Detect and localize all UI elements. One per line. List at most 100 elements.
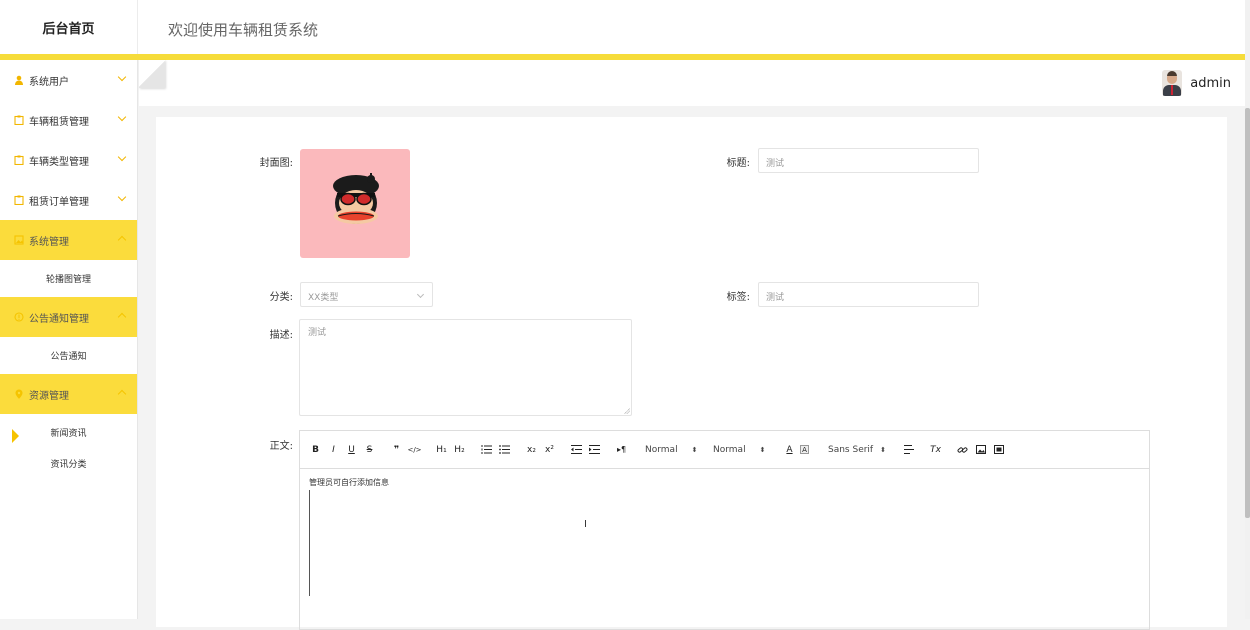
sidebar-item-label: 系统管理 [29, 236, 69, 248]
cover-label: 封面图: [259, 158, 293, 169]
sidebar-subitem-carousel[interactable]: 轮播图管理 [0, 260, 137, 297]
page-title: 欢迎使用车辆租赁系统 [168, 21, 319, 39]
sidebar-item-notice-manage[interactable]: 公告通知管理 [0, 297, 137, 337]
current-indicator-icon [12, 429, 19, 443]
sidebar-item-vehicle-rental[interactable]: 车辆租赁管理 [0, 100, 137, 140]
description-textarea[interactable]: 测试 [299, 319, 632, 416]
strike-button[interactable]: S [362, 442, 377, 458]
rich-text-editor: B I U S ❞ </> H₁ H₂ x₂ x² ▸¶ Normal ⬍ No… [299, 430, 1150, 630]
indent-icon [589, 445, 600, 454]
sidebar-item-system-manage[interactable]: 系统管理 [0, 220, 137, 260]
underline-button[interactable]: U [344, 442, 359, 458]
clipboard-icon [13, 115, 24, 126]
italic-button[interactable]: I [326, 442, 341, 458]
subscript-button[interactable]: x₂ [524, 442, 539, 458]
form-card: 封面图: 标题: 测试 分类: XX类型 标签: 测试 描述: 测试 正文: B… [156, 117, 1227, 630]
collapse-toggle[interactable] [139, 60, 165, 88]
editor-content[interactable]: 管理员可自行添加信息 I [300, 469, 1149, 629]
category-select-value: XX类型 [308, 293, 339, 303]
editor-text: 管理员可自行添加信息 [309, 478, 389, 487]
category-select[interactable]: XX类型 [300, 282, 433, 307]
info-icon [13, 312, 24, 323]
user-menu[interactable]: admin [1162, 70, 1231, 96]
bold-button[interactable]: B [308, 442, 323, 458]
location-icon [13, 389, 24, 400]
sidebar-item-label: 资源管理 [29, 390, 69, 402]
bullet-list-button[interactable] [497, 442, 512, 458]
sidebar: 系统用户 车辆租赁管理 车辆类型管理 租赁订单管理 系统管理 轮播图管理 公告通… [0, 60, 138, 619]
ordered-list-icon [481, 445, 492, 454]
sidebar-item-vehicle-type[interactable]: 车辆类型管理 [0, 140, 137, 180]
outdent-icon [571, 445, 582, 454]
sidebar-item-system-users[interactable]: 系统用户 [0, 60, 137, 100]
description-value: 测试 [308, 328, 327, 338]
align-button[interactable] [901, 442, 916, 458]
image-icon [975, 445, 986, 454]
brand-home-link[interactable]: 后台首页 [0, 0, 138, 54]
clipboard-icon [13, 155, 24, 166]
sidebar-subitem-news-category[interactable]: 资讯分类 [0, 448, 137, 479]
h2-button[interactable]: H₂ [452, 442, 467, 458]
sidebar-item-label: 车辆租赁管理 [29, 116, 89, 128]
clear-format-button[interactable]: Tx [928, 442, 943, 458]
ibeam-cursor-icon: I [584, 519, 587, 530]
font-select[interactable]: Sans Serif ⬍ [828, 442, 886, 458]
sidebar-subitem-label: 新闻资讯 [50, 429, 87, 439]
body-label: 正文: [269, 441, 293, 452]
tag-input[interactable]: 测试 [758, 282, 979, 307]
link-icon [957, 446, 968, 453]
video-button[interactable] [991, 442, 1006, 458]
size-select[interactable]: Normal ⬍ [713, 442, 765, 458]
chevron-down-icon [117, 72, 127, 82]
sidebar-item-rental-orders[interactable]: 租赁订单管理 [0, 180, 137, 220]
h1-button[interactable]: H₁ [434, 442, 449, 458]
code-block-button[interactable]: </> [407, 442, 422, 458]
username: admin [1190, 75, 1231, 91]
tag-label: 标签: [726, 292, 750, 303]
background-color-button[interactable]: A [800, 445, 809, 454]
font-select-value: Sans Serif [828, 444, 874, 455]
chevron-up-icon [117, 235, 127, 245]
category-label: 分类: [269, 292, 293, 303]
sidebar-subitem-news[interactable]: 新闻资讯 [0, 417, 137, 448]
text-caret [309, 490, 310, 596]
font-color-button[interactable]: A [782, 442, 797, 458]
chevron-up-icon [117, 389, 127, 399]
header-select[interactable]: Normal ⬍ [645, 442, 697, 458]
sidebar-item-resource-manage[interactable]: 资源管理 [0, 374, 137, 414]
page-scrollbar[interactable] [1245, 0, 1250, 619]
sidebar-item-label: 租赁订单管理 [29, 196, 89, 208]
size-select-value: Normal [713, 444, 746, 455]
scrollbar-thumb[interactable] [1245, 108, 1250, 518]
cover-image[interactable] [300, 149, 410, 258]
clipboard-icon [13, 195, 24, 206]
superscript-button[interactable]: x² [542, 442, 557, 458]
title-input[interactable]: 测试 [758, 148, 979, 173]
user-icon [13, 75, 24, 86]
chevron-down-icon [117, 192, 127, 202]
updown-icon: ⬍ [691, 445, 698, 454]
chevron-down-icon [117, 152, 127, 162]
sidebar-item-label: 系统用户 [29, 76, 69, 88]
sub-header: admin [139, 60, 1245, 106]
bullet-list-icon [499, 445, 510, 454]
top-bar: 后台首页 欢迎使用车辆租赁系统 [0, 0, 1250, 60]
link-button[interactable] [955, 442, 970, 458]
resize-handle-icon[interactable] [624, 408, 630, 414]
blockquote-button[interactable]: ❞ [389, 442, 404, 458]
updown-icon: ⬍ [759, 445, 766, 454]
chevron-up-icon [117, 312, 127, 322]
header-select-value: Normal [645, 444, 678, 455]
indent-button[interactable] [587, 442, 602, 458]
avatar [1162, 70, 1183, 96]
direction-button[interactable]: ▸¶ [614, 442, 629, 458]
updown-icon: ⬍ [880, 445, 886, 454]
sidebar-item-label: 车辆类型管理 [29, 156, 89, 168]
ordered-list-button[interactable] [479, 442, 494, 458]
title-label: 标题: [726, 158, 750, 169]
outdent-button[interactable] [569, 442, 584, 458]
image-button[interactable] [973, 442, 988, 458]
sidebar-subitem-notice[interactable]: 公告通知 [0, 337, 137, 374]
description-label: 描述: [269, 330, 293, 341]
video-icon [993, 445, 1004, 454]
